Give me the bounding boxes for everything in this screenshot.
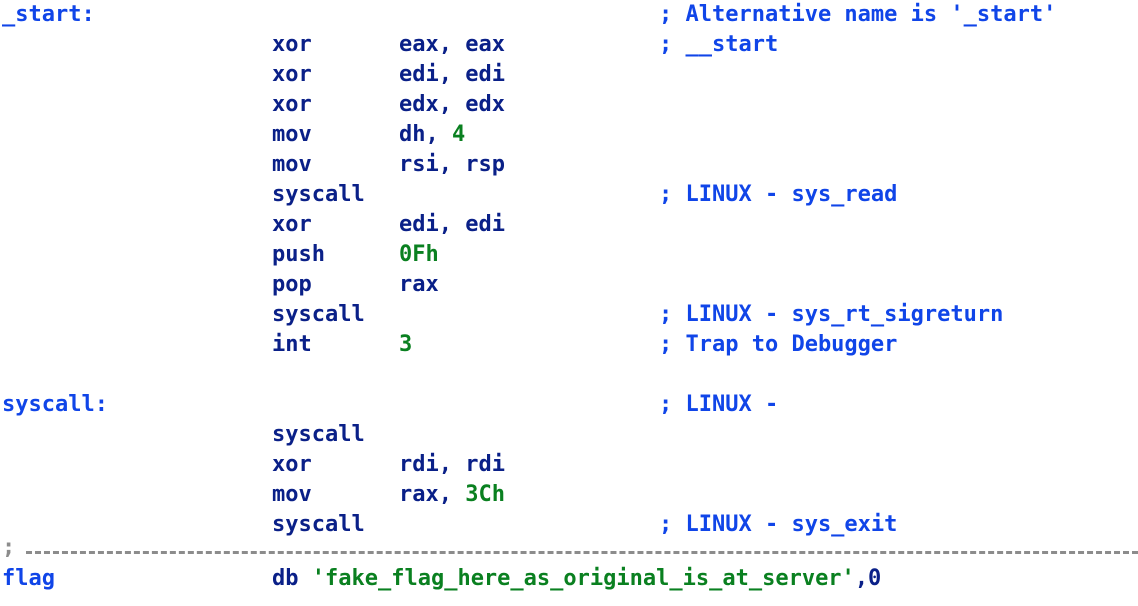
line-mnemonic[interactable]: syscall xyxy=(272,300,365,330)
code-line[interactable] xyxy=(0,360,1138,390)
code-line[interactable]: syscall xyxy=(0,420,1138,450)
line-label[interactable]: _start: xyxy=(2,0,95,30)
data-rows: flag db 'fake_flag_here_as_original_is_at… xyxy=(0,564,1138,594)
line-comment: ; LINUX - sys_rt_sigreturn xyxy=(659,302,1004,327)
separator-dashed-rule xyxy=(26,551,1138,554)
code-line[interactable]: xor edi, edi xyxy=(0,60,1138,90)
code-line[interactable]: syscall ; LINUX - sys_read xyxy=(0,180,1138,210)
line-comment: ; __start xyxy=(659,32,779,57)
operand-registers: rax xyxy=(399,272,439,297)
data-string-literal: 'fake_flag_here_as_original_is_at_server… xyxy=(311,566,855,591)
line-operands[interactable]: 3 xyxy=(399,330,412,360)
operand-immediate: 3Ch xyxy=(465,482,505,507)
line-label[interactable]: syscall: xyxy=(2,390,108,420)
line-operands[interactable]: edx, edx xyxy=(399,90,505,120)
line-mnemonic[interactable]: mov xyxy=(272,480,312,510)
operand-immediate: 3 xyxy=(399,332,413,357)
line-operands[interactable]: edi, edi xyxy=(399,60,505,90)
code-line[interactable]: int 3 ; Trap to Debugger xyxy=(0,330,1138,360)
line-comment: ; Trap to Debugger xyxy=(659,332,898,357)
line-mnemonic[interactable]: syscall xyxy=(272,420,365,450)
operand-registers: edi, edi xyxy=(399,62,505,87)
disassembly-listing[interactable]: _start: ; Alternative name is '_start'xor… xyxy=(0,0,1138,606)
operand-immediate: 4 xyxy=(451,122,466,147)
line-operands[interactable]: dh, 4 xyxy=(399,120,465,150)
line-mnemonic[interactable]: xor xyxy=(272,30,312,60)
line-mnemonic[interactable]: mov xyxy=(272,120,312,150)
line-operands[interactable]: rax, 3Ch xyxy=(399,480,505,510)
operand-immediate: 0Fh xyxy=(399,242,439,267)
line-mnemonic[interactable]: syscall xyxy=(272,510,365,540)
operand-registers: edi, edi xyxy=(399,212,505,237)
data-definition[interactable]: db 'fake_flag_here_as_original_is_at_ser… xyxy=(272,564,881,594)
line-mnemonic[interactable]: xor xyxy=(272,450,312,480)
line-operands[interactable]: rdi, rdi xyxy=(399,450,505,480)
line-mnemonic[interactable]: mov xyxy=(272,150,312,180)
code-line[interactable]: syscall ; LINUX - sys_rt_sigreturn xyxy=(0,300,1138,330)
line-mnemonic[interactable]: pop xyxy=(272,270,312,300)
code-line[interactable]: push 0Fh xyxy=(0,240,1138,270)
code-rows: _start: ; Alternative name is '_start'xor… xyxy=(0,0,1138,540)
line-operands[interactable]: 0Fh xyxy=(399,240,439,270)
code-line[interactable]: xor eax, eax ; __start xyxy=(0,30,1138,60)
line-operands[interactable]: edi, edi xyxy=(399,210,505,240)
operand-registers: dh, xyxy=(399,122,452,147)
line-operands[interactable]: eax, eax xyxy=(399,30,505,60)
code-line[interactable]: xor edi, edi xyxy=(0,210,1138,240)
line-comment: ; LINUX - xyxy=(659,392,779,417)
code-line[interactable]: syscall ; LINUX - sys_exit xyxy=(0,510,1138,540)
code-line[interactable]: xor edx, edx xyxy=(0,90,1138,120)
code-line[interactable]: _start: ; Alternative name is '_start' xyxy=(0,0,1138,30)
line-mnemonic[interactable]: xor xyxy=(272,60,312,90)
line-comment: ; LINUX - sys_read xyxy=(659,182,898,207)
data-gap xyxy=(299,566,312,591)
code-line[interactable]: mov dh, 4 xyxy=(0,120,1138,150)
line-mnemonic[interactable]: xor xyxy=(272,210,312,240)
operand-registers: rdi, rdi xyxy=(399,452,505,477)
code-line[interactable]: pop rax xyxy=(0,270,1138,300)
line-mnemonic[interactable]: push xyxy=(272,240,325,270)
code-line[interactable]: mov rax, 3Ch xyxy=(0,480,1138,510)
data-directive: db xyxy=(272,566,299,591)
line-operands[interactable]: rsi, rsp xyxy=(399,150,505,180)
line-operands[interactable]: rax xyxy=(399,270,439,300)
line-mnemonic[interactable]: int xyxy=(272,330,312,360)
operand-registers: edx, edx xyxy=(399,92,505,117)
operand-registers: rax, xyxy=(399,482,466,507)
data-line[interactable]: flag db 'fake_flag_here_as_original_is_at… xyxy=(0,564,1138,594)
section-separator: ; xyxy=(0,536,1138,564)
separator-semicolon: ; xyxy=(2,535,16,560)
line-comment: ; LINUX - sys_exit xyxy=(659,512,898,537)
data-label[interactable]: flag xyxy=(2,564,55,594)
operand-registers: eax, eax xyxy=(399,32,505,57)
code-line[interactable]: xor rdi, rdi xyxy=(0,450,1138,480)
operand-registers: rsi, rsp xyxy=(399,152,505,177)
code-line[interactable]: syscall: ; LINUX - xyxy=(0,390,1138,420)
code-line[interactable]: mov rsi, rsp xyxy=(0,150,1138,180)
line-comment: ; Alternative name is '_start' xyxy=(659,2,1057,27)
data-terminator: ,0 xyxy=(854,566,882,591)
line-mnemonic[interactable]: syscall xyxy=(272,180,365,210)
line-mnemonic[interactable]: xor xyxy=(272,90,312,120)
